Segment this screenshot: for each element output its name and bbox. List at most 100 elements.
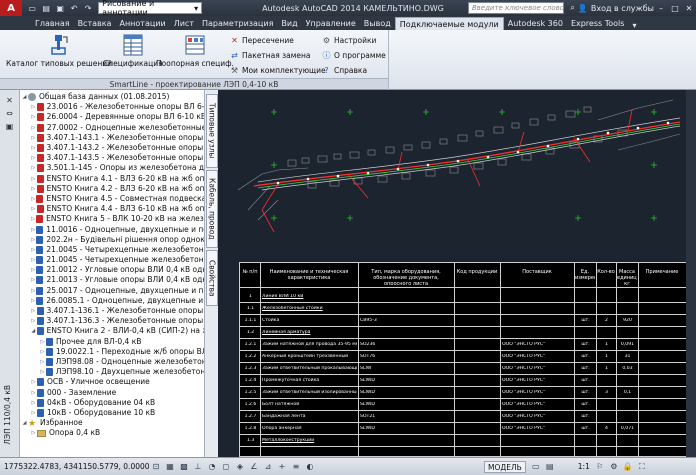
3d-osnap-icon[interactable]: ◈ (234, 461, 246, 473)
spec-button[interactable]: Спецификация (103, 33, 163, 68)
search-icon[interactable]: ⌕ (570, 3, 574, 13)
expand-toggle-icon[interactable]: ▷ (30, 204, 37, 214)
undo-icon[interactable]: ↶ (68, 2, 80, 14)
tree-item[interactable]: ▷ 27.0002 - Одноцепные железобетонные (21, 123, 204, 133)
expand-toggle-icon[interactable]: ▷ (30, 102, 37, 112)
tab-output[interactable]: Вывод (360, 17, 395, 30)
tree-item[interactable]: ▷ Прочее для ВЛ-0,4 кВ (21, 337, 204, 347)
tab-autodesk360[interactable]: Autodesk 360 (504, 17, 567, 30)
catalog-button[interactable]: Каталог типовых решений (6, 33, 112, 68)
snap-icon[interactable]: ▦ (164, 461, 176, 473)
my-kits-button[interactable]: ⚒ Мои комплектующие (230, 64, 326, 76)
expand-toggle-icon[interactable]: ▷ (30, 143, 37, 153)
annotation-visibility-icon[interactable]: ⚐ (594, 461, 606, 473)
about-button[interactable]: ⓘ О программе (322, 49, 386, 61)
drawing-area[interactable]: № п/п Наименование и техническая характер… (218, 90, 696, 457)
tree-item[interactable]: ▷ 3.407.1-136.1 - Железобетонные опоры ВЛ (21, 306, 204, 316)
ortho-icon[interactable]: ⊥ (192, 461, 204, 473)
tree-item[interactable]: ▷ 04кВ - Оборудование 04 кВ (21, 398, 204, 408)
tree-root[interactable]: ◢ Общая база данных (01.08.2015) (21, 92, 204, 102)
expand-toggle-icon[interactable]: ▷ (30, 377, 37, 387)
ribbon-minimize-icon[interactable]: ▾ (628, 21, 640, 30)
otrack-icon[interactable]: ∠ (248, 461, 260, 473)
expand-toggle-icon[interactable]: ▷ (30, 316, 37, 326)
tree-item[interactable]: ▷ ЛЭП98.08 - Одноцепные железобетонн (21, 357, 204, 367)
tree-item[interactable]: ▷ 21.0013 - Угловые опоры ВЛИ 0,4 кВ одно… (21, 275, 204, 285)
fullscreen-icon[interactable]: ⛶ (636, 461, 648, 473)
open-icon[interactable]: ▤ (40, 2, 52, 14)
lock-icon[interactable]: 🔒 (622, 461, 634, 473)
expand-toggle-icon[interactable]: ▷ (30, 174, 37, 184)
model-button[interactable]: МОДЕЛЬ (484, 460, 526, 473)
batch-replace-button[interactable]: ⇄ Пакетная замена (230, 49, 326, 61)
tree-item[interactable]: ▷ 23.0016 - Железобетонные опоры ВЛ 6-20 (21, 102, 204, 112)
polar-icon[interactable]: ◔ (206, 461, 218, 473)
tab-view[interactable]: Вид (277, 17, 301, 30)
osnap-icon[interactable]: ◻ (220, 461, 232, 473)
tab-home[interactable]: Главная (31, 17, 74, 30)
tree-item[interactable]: ▷ 19.0022.1 - Переходные ж/б опоры ВЛ (21, 347, 204, 357)
expand-toggle-icon[interactable]: ◢ (21, 418, 28, 428)
tab-insert[interactable]: Вставка (74, 17, 116, 30)
application-menu-button[interactable]: A (0, 0, 23, 16)
tab-annotate[interactable]: Аннотации (115, 17, 169, 30)
tree-item[interactable]: ▷ 3.407.1-143.5 - Железобетонные опоры ВЛ (21, 153, 204, 163)
quick-view-icon[interactable]: ▭ (530, 461, 542, 473)
expand-toggle-icon[interactable]: ▷ (30, 123, 37, 133)
tab-manage[interactable]: Управление (302, 17, 360, 30)
expand-toggle-icon[interactable]: ▷ (30, 112, 37, 122)
tree-item[interactable]: ▷ 10кВ - Оборудование 10 кВ (21, 408, 204, 418)
search-input[interactable]: Введите ключевое слово/фразу (467, 2, 565, 14)
workspace-dropdown[interactable]: Рисование и аннотации ▾ (98, 0, 203, 17)
tree-item[interactable]: ▷ 3.501.1-145 - Опоры из железобетона для (21, 163, 204, 173)
expand-toggle-icon[interactable]: ▷ (30, 184, 37, 194)
tree-item[interactable]: ▷ 21.0045 - Четырехцепные железобетонные (21, 255, 204, 265)
maximize-icon[interactable]: □ (668, 1, 682, 15)
pole-spec-button[interactable]: Поопорная специф. (156, 33, 234, 68)
infer-constraints-icon[interactable]: ⊡ (150, 461, 162, 473)
tab-properties[interactable]: Свойства (206, 250, 218, 306)
expand-toggle-icon[interactable]: ▷ (39, 367, 46, 377)
expand-toggle-icon[interactable]: ▷ (30, 388, 37, 398)
new-icon[interactable]: ▭ (26, 2, 38, 14)
transparency-icon[interactable]: ◐ (304, 461, 316, 473)
workspace-switch-icon[interactable]: ⚙ (608, 461, 620, 473)
tree-item[interactable]: ▷ 3.407.1-143.2 - Железобетонные опоры ВЛ (21, 143, 204, 153)
settings-button[interactable]: ⚙ Настройки (322, 34, 386, 46)
expand-toggle-icon[interactable]: ▷ (30, 408, 37, 418)
tree-item[interactable]: ▷ 21.0012 - Угловые опоры ВЛИ 0,4 кВ одно… (21, 265, 204, 275)
tab-layout[interactable]: Лист (170, 17, 198, 30)
properties-icon[interactable]: ▣ (4, 121, 16, 131)
close-icon[interactable]: ✕ (4, 95, 16, 105)
expand-toggle-icon[interactable]: ▷ (30, 398, 37, 408)
tree-item[interactable]: ▷ 000 - Заземление (21, 387, 204, 397)
tree-item[interactable]: ◢ ENSTO Книга 2 - ВЛИ-0,4 кВ (СИП-2) на ж… (21, 326, 204, 336)
quick-layout-icon[interactable]: ▤ (544, 461, 556, 473)
tree-item[interactable]: ▷ ОСВ - Уличное освещение (21, 377, 204, 387)
intersection-button[interactable]: ✕ Пересечение (230, 34, 326, 46)
expand-toggle-icon[interactable]: ▷ (39, 337, 46, 347)
tree-item[interactable]: ▷ Опора 0,4 кВ (21, 428, 204, 438)
tab-express-tools[interactable]: Express Tools (567, 17, 629, 30)
expand-toggle-icon[interactable]: ▷ (30, 153, 37, 163)
tree-item[interactable]: ▷ENSTO Книга 5 - ВЛК 10-20 кВ на железоб… (21, 214, 204, 224)
tree-item[interactable]: ▷ 25.0017 - Одноцепные, двухцепные и пере (21, 286, 204, 296)
expand-toggle-icon[interactable]: ▷ (30, 133, 37, 143)
tree-item[interactable]: ▷ ENSTO Книга 4.4 - ВЛЗ 6-10 кВ на жб опо… (21, 204, 204, 214)
tab-cable-wire[interactable]: Кабель, провод (206, 170, 218, 248)
expand-toggle-icon[interactable]: ▷ (30, 306, 37, 316)
tree-item[interactable]: ▷ 3.407.1-136.3 - Железобетонные опоры ВЛ (21, 316, 204, 326)
grid-icon[interactable]: ▩ (178, 461, 190, 473)
sign-in-link[interactable]: Вход в службы (591, 4, 654, 13)
tab-parametric[interactable]: Параметризация (198, 17, 277, 30)
tree-item[interactable]: ▷ 21.0045 - Четырехцепные железобетонные (21, 245, 204, 255)
annotation-scale[interactable]: 1:1 (578, 462, 590, 471)
tree-item[interactable]: ▷ ENSTO Книга 4.1 - ВЛЗ 6-20 кВ на жб опо… (21, 174, 204, 184)
tree-item[interactable]: ▷ 202.2н - Будівельні рішення опор одноко… (21, 235, 204, 245)
tree-favorites[interactable]: ◢ ★ Избранное (21, 418, 204, 429)
minimize-icon[interactable]: – (654, 1, 668, 15)
expand-toggle-icon[interactable]: ▷ (39, 357, 46, 367)
tree-item[interactable]: ▷ ЛЭП98.10 - Двухцепные железобетонн (21, 367, 204, 377)
tree-item[interactable]: ▷ ENSTO Книга 4.5 - Совместная подвеска. … (21, 194, 204, 204)
tab-plugins[interactable]: Подключаемые модули (394, 17, 504, 30)
